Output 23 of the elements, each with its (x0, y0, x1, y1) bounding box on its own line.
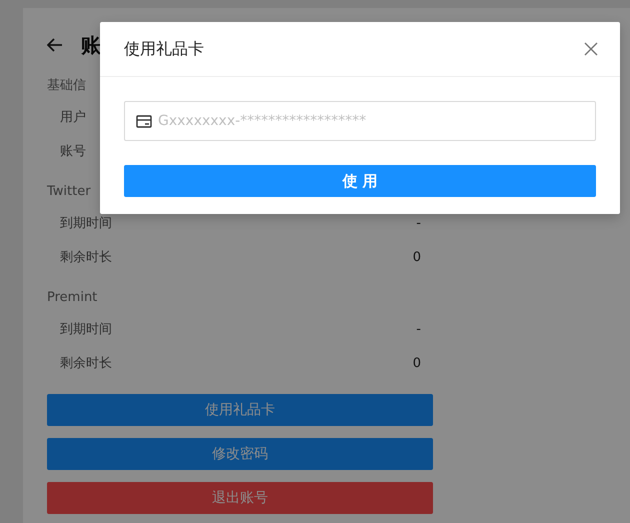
action-button[interactable]: 使用礼品卡 (47, 394, 433, 426)
action-button[interactable]: 退出账号 (47, 482, 433, 514)
action-button[interactable]: 修改密码 (47, 438, 433, 470)
row-value: 0 (412, 250, 421, 264)
row-label: 剩余时长 (60, 249, 112, 266)
section-heading: Premint (47, 289, 98, 307)
card-icon (136, 114, 152, 128)
use-button[interactable]: 使 用 (124, 165, 596, 197)
row-label: 剩余时长 (60, 355, 112, 372)
row-value: - (416, 322, 421, 336)
section-heading: 基础信 (47, 77, 86, 95)
section-heading: Twitter (47, 183, 91, 201)
close-icon[interactable] (584, 42, 598, 56)
row-value: - (416, 216, 421, 230)
dialog-title: 使用礼品卡 (124, 38, 204, 60)
row-label: 到期时间 (60, 321, 112, 338)
page-title: 账 (81, 32, 101, 58)
row-label: 用户 (60, 109, 86, 126)
back-arrow-icon[interactable] (47, 38, 63, 52)
gift-card-input[interactable]: Gxxxxxxxx-****************** (124, 101, 596, 141)
row-label: 账号 (60, 143, 86, 160)
row-label: 到期时间 (60, 215, 112, 232)
row-value: 0 (412, 356, 421, 370)
